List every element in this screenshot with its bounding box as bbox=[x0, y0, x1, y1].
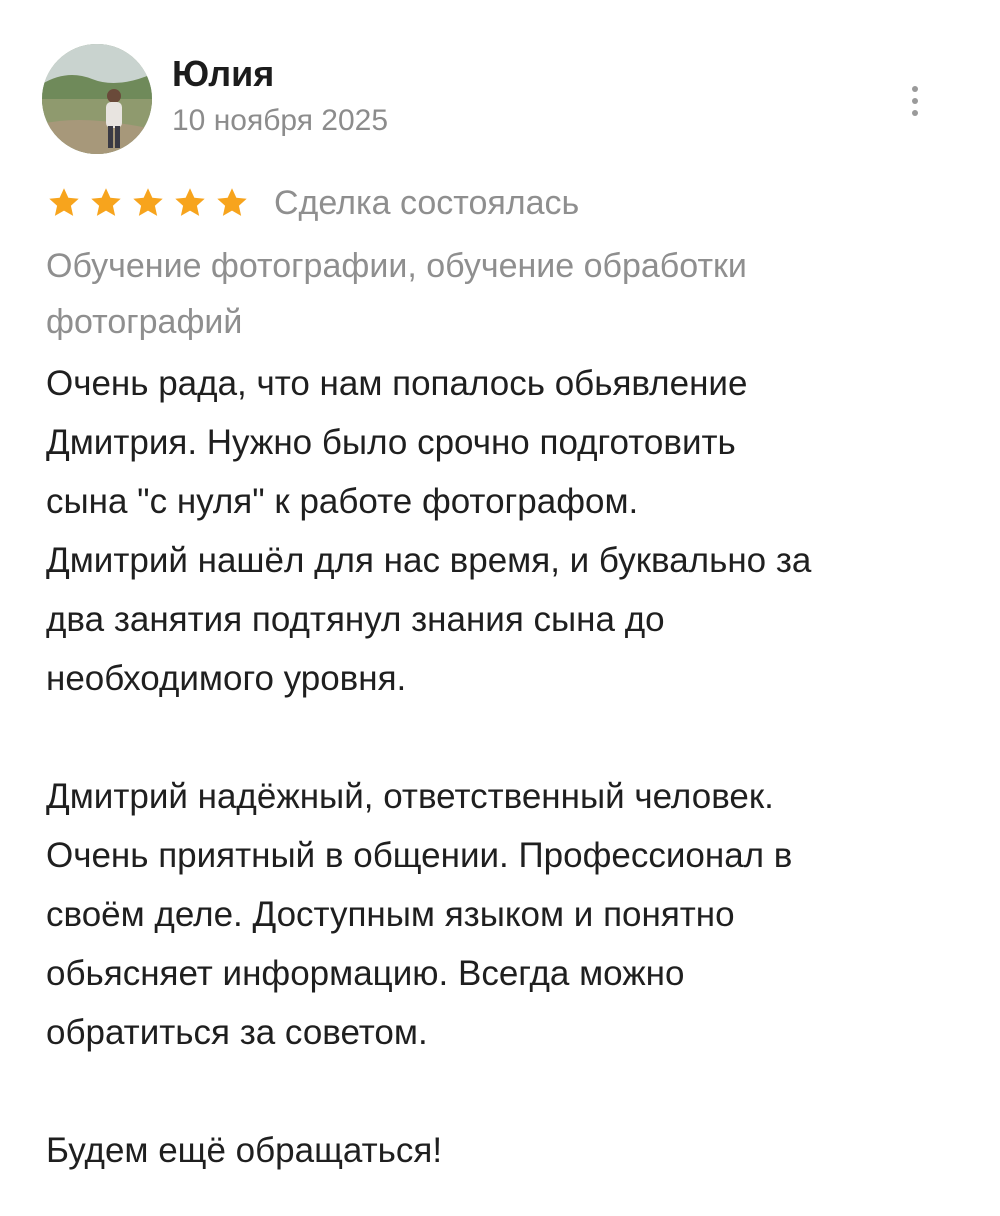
text-line: два занятия подтянул знания сына до bbox=[46, 600, 665, 639]
star-icon bbox=[175, 188, 205, 216]
rating-row: Сделка состоялась bbox=[46, 180, 579, 226]
star-icon bbox=[49, 188, 79, 216]
author-block: Юлия 10 ноября 2025 bbox=[172, 54, 388, 138]
author-name[interactable]: Юлия bbox=[172, 54, 388, 94]
text-line: своём деле. Доступным языком и понятно bbox=[46, 895, 735, 934]
text-line: Дмитрий нашёл для нас время, и буквально… bbox=[46, 541, 812, 580]
review-date: 10 ноября 2025 bbox=[172, 104, 389, 137]
text-line: Будем ещё обращаться! bbox=[46, 1131, 443, 1170]
text-line: обратиться за советом. bbox=[46, 1013, 428, 1052]
text-line: обьясняет информацию. Всегда можно bbox=[46, 954, 685, 993]
text-line: Дмитрий надёжный, ответственный человек. bbox=[46, 777, 774, 816]
star-rating bbox=[46, 185, 250, 221]
category-line: Обучение фотографии, обучение обработки bbox=[46, 247, 747, 285]
review-text: Очень рада, что нам попалось обьявление … bbox=[46, 354, 956, 1180]
category-line: фотографий bbox=[46, 303, 243, 341]
service-category: Обучение фотографии, обучение обработки … bbox=[46, 238, 946, 350]
more-vertical-icon bbox=[912, 86, 918, 92]
review-header: Юлия 10 ноября 2025 bbox=[42, 44, 930, 154]
text-line: Очень приятный в общении. Профессионал в bbox=[46, 836, 793, 875]
more-vertical-icon-dot bbox=[912, 98, 918, 104]
more-options-button[interactable] bbox=[900, 76, 930, 126]
star-icon bbox=[217, 188, 247, 216]
star-icon bbox=[91, 188, 121, 216]
text-line: Дмитрия. Нужно было срочно подготовить bbox=[46, 423, 736, 462]
more-vertical-icon-dot bbox=[912, 110, 918, 116]
star-icon bbox=[133, 188, 163, 216]
text-line: Очень рада, что нам попалось обьявление bbox=[46, 364, 748, 403]
text-line: необходимого уровня. bbox=[46, 659, 407, 698]
avatar[interactable] bbox=[42, 44, 152, 154]
text-line: сына "с нуля" к работе фотографом. bbox=[46, 482, 639, 521]
review-card: Юлия 10 ноября 2025 Сделка состоялась Об… bbox=[0, 0, 1000, 1216]
avatar-photo bbox=[42, 44, 152, 154]
deal-status: Сделка состоялась bbox=[274, 184, 580, 222]
